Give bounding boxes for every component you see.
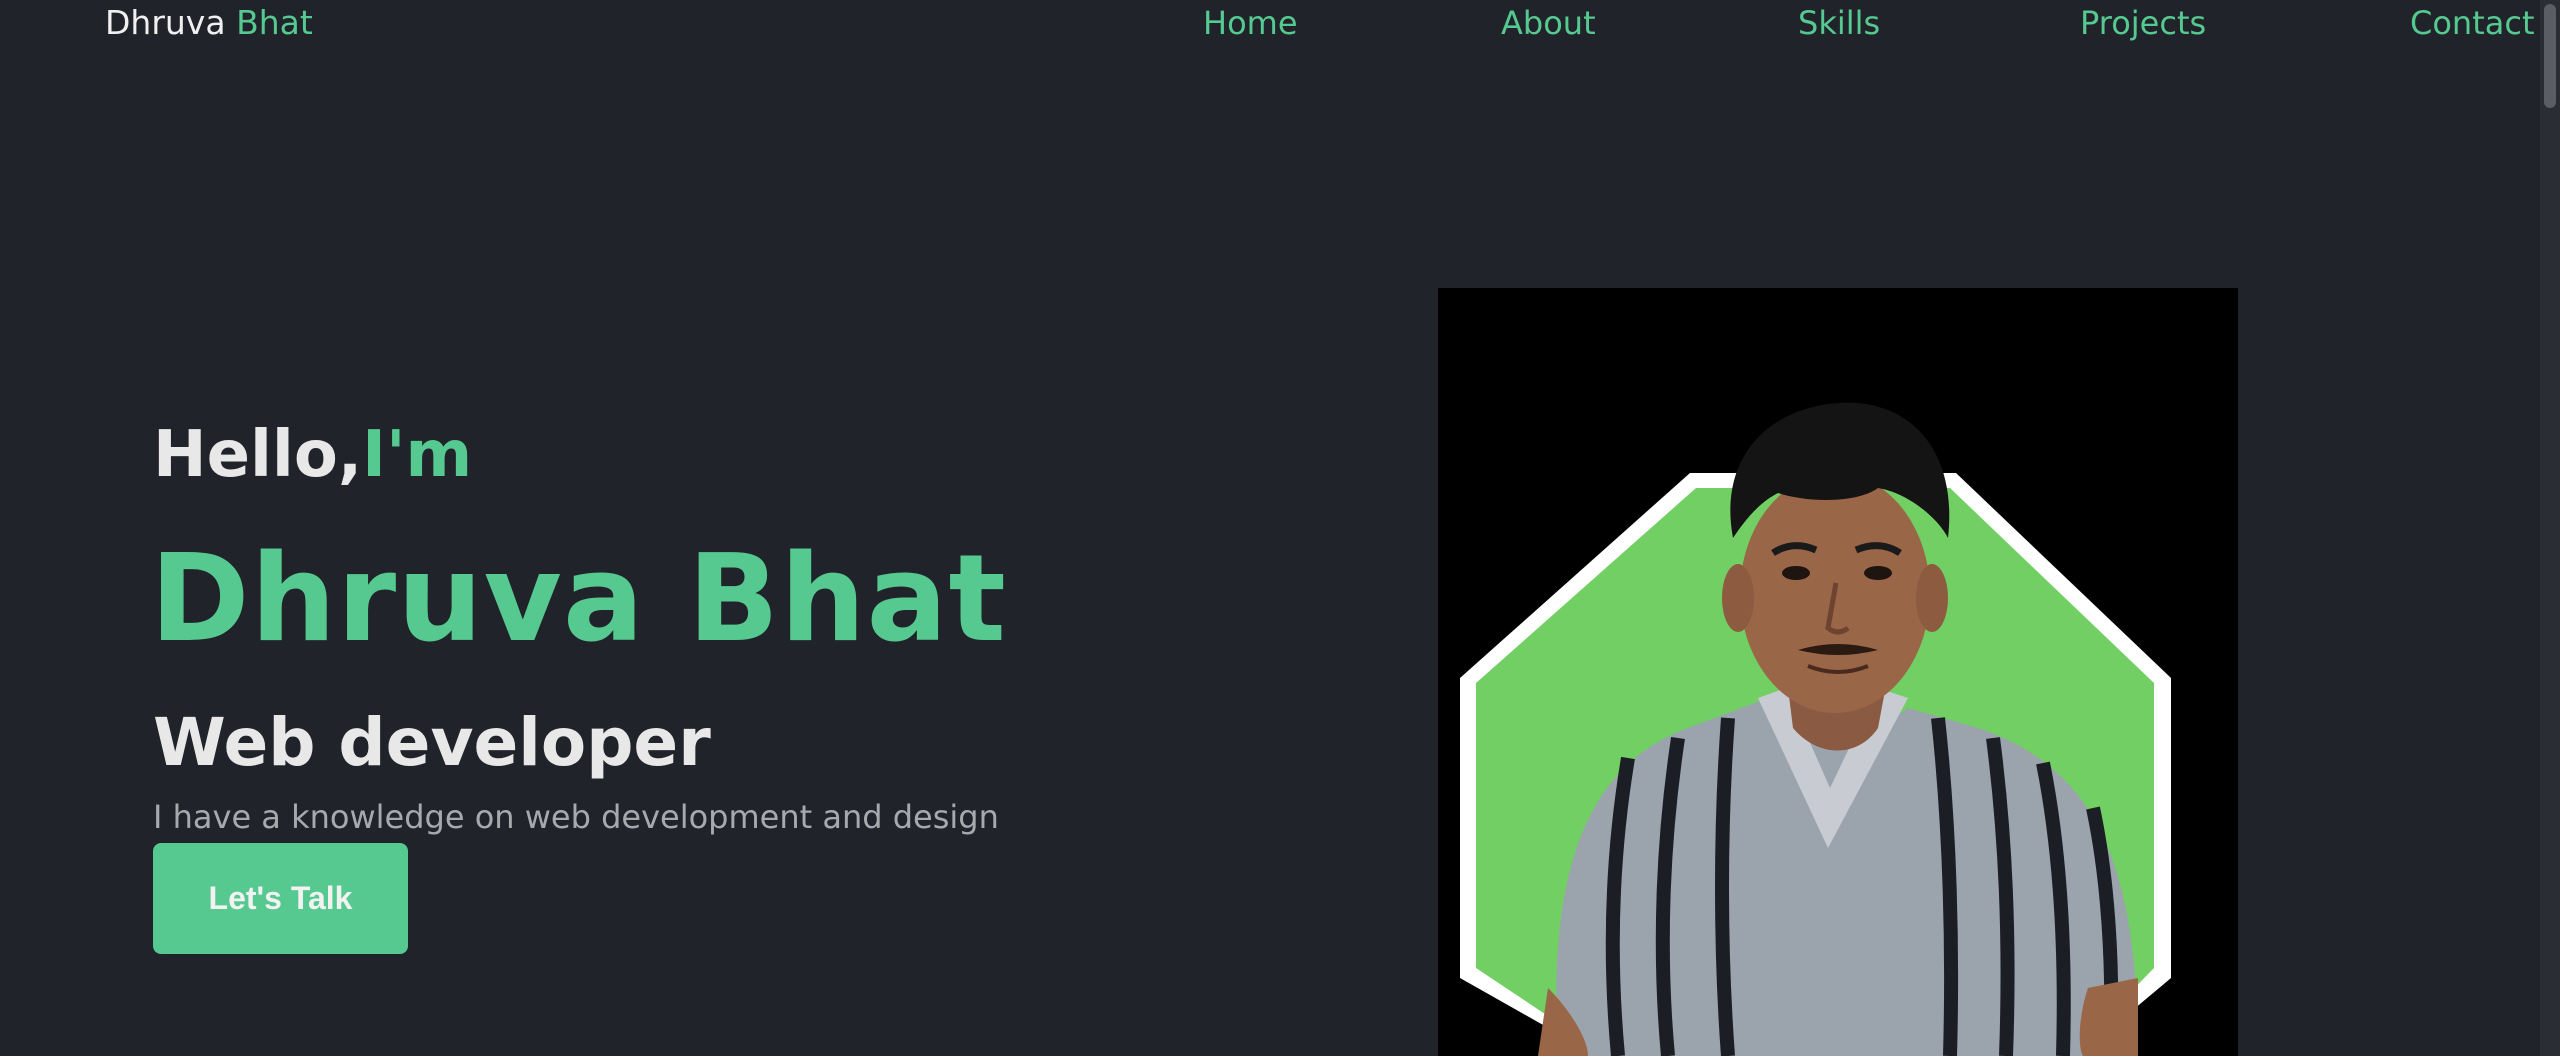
nav-contact[interactable]: Contact	[2410, 4, 2535, 42]
nav-skills[interactable]: Skills	[1798, 4, 1880, 42]
hero-description: I have a knowledge on web development an…	[153, 798, 999, 836]
greeting-hello: Hello,	[153, 418, 363, 492]
hero-role: Web developer	[153, 704, 711, 781]
eye-right	[1864, 566, 1892, 580]
profile-photo-icon	[1460, 402, 2171, 1056]
nav-about[interactable]: About	[1501, 4, 1596, 42]
page: Dhruva Bhat Home About Skills Projects C…	[0, 0, 2560, 1056]
logo-last-name: Bhat	[236, 3, 313, 42]
ear-left	[1722, 564, 1754, 632]
hero-name: Dhruva Bhat	[150, 530, 1007, 669]
arm-right	[2079, 978, 2138, 1056]
profile-photo	[1438, 288, 2238, 1056]
ear-right	[1916, 564, 1948, 632]
page-scrollbar[interactable]	[2540, 0, 2560, 1056]
hero-greeting: Hello,I'm	[153, 418, 472, 492]
nav-projects[interactable]: Projects	[2080, 4, 2206, 42]
greeting-im: I'm	[362, 418, 473, 492]
lets-talk-button[interactable]: Let's Talk	[153, 843, 408, 954]
logo-first-name: Dhruva	[105, 3, 226, 42]
logo[interactable]: Dhruva Bhat	[105, 3, 313, 42]
scrollbar-thumb[interactable]	[2544, 4, 2556, 108]
nav-home[interactable]: Home	[1203, 4, 1298, 42]
eye-left	[1782, 566, 1810, 580]
